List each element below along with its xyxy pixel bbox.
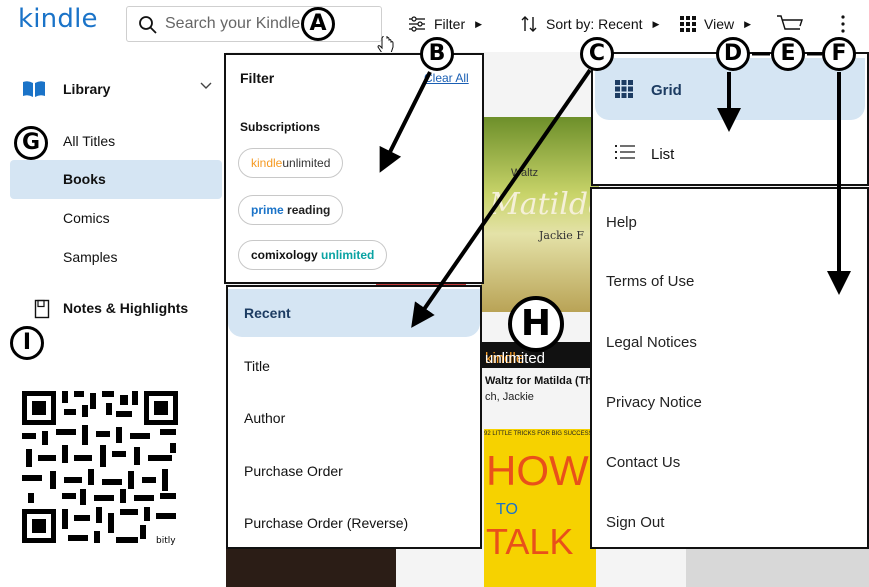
sort-option-label: Purchase Order — [244, 463, 343, 479]
menu-item-contact-us[interactable]: Contact Us — [606, 454, 680, 471]
annotation-marker-a: A — [301, 7, 335, 41]
more-menu-panel: Help Terms of Use Legal Notices Privacy … — [590, 187, 869, 549]
view-option-list[interactable]: List — [595, 122, 865, 184]
menu-item-sign-out[interactable]: Sign Out — [606, 514, 664, 531]
prime-reading-filter-chip[interactable]: prime reading — [238, 195, 344, 225]
sidebar-item-label: Samples — [63, 249, 118, 265]
menu-item-legal-notices[interactable]: Legal Notices — [606, 334, 697, 351]
view-button[interactable]: View ▶ — [680, 12, 751, 36]
book-cover[interactable]: Waltz Matilda Jackie F — [481, 117, 606, 312]
filter-button[interactable]: Filter ▶ — [408, 12, 482, 36]
cart-button[interactable] — [776, 12, 804, 36]
comixology-unlimited-filter-chip[interactable]: comixology unlimited — [238, 240, 388, 270]
chevron-down-icon — [200, 82, 212, 89]
view-option-label: Grid — [651, 82, 682, 99]
view-panel: Grid List — [591, 52, 869, 186]
chip-label-part: prime — [251, 203, 284, 217]
sort-option-label: Purchase Order (Reverse) — [244, 515, 409, 531]
chip-label-part: reading — [287, 203, 331, 217]
sliders-icon — [409, 16, 425, 32]
sidebar-item-label: Comics — [63, 210, 110, 226]
subscriptions-heading: Subscriptions — [240, 120, 321, 134]
ku-suffix: unlimited — [485, 350, 546, 367]
filter-panel-title: Filter — [240, 70, 275, 86]
search-box[interactable] — [126, 6, 382, 42]
sort-option-title[interactable]: Title — [228, 342, 480, 390]
sort-option-purchase-order[interactable]: Purchase Order — [228, 447, 480, 495]
clear-all-link[interactable]: Clear All — [424, 71, 469, 85]
open-book-icon — [23, 81, 45, 97]
library-label: Library — [63, 81, 111, 97]
search-input[interactable] — [165, 8, 375, 40]
annotation-marker-c: C — [580, 37, 614, 71]
sidebar-item-label: All Titles — [63, 133, 116, 149]
annotation-marker-b: B — [420, 37, 454, 71]
filter-panel: Filter Clear All Subscriptions kindle unl… — [224, 53, 484, 284]
annotation-marker-e: E — [771, 37, 805, 71]
grid-icon — [680, 16, 696, 32]
view-option-label: List — [651, 146, 675, 163]
grid-icon — [615, 80, 633, 98]
sort-option-label: Author — [244, 410, 286, 426]
book-author: ch, Jackie — [485, 391, 534, 403]
book-cover[interactable]: 92 LITTLE TRICKS FOR BIG SUCCESS IN RELA… — [484, 429, 649, 587]
book-cover-title-to: TO — [496, 501, 518, 518]
sort-arrows-icon — [521, 16, 537, 32]
sidebar-item-comics[interactable]: Comics — [10, 199, 222, 238]
menu-item-privacy-notice[interactable]: Privacy Notice — [606, 394, 702, 411]
sort-option-label: Recent — [244, 305, 291, 321]
caret-right-icon: ▶ — [475, 18, 483, 29]
notebook-icon — [34, 299, 50, 319]
sidebar-item-samples[interactable]: Samples — [10, 238, 222, 277]
chip-label-part: comixology — [251, 248, 318, 262]
qr-code: bitly — [20, 389, 180, 549]
chip-label-part: kindle — [251, 156, 283, 170]
qr-caption: bitly — [156, 536, 176, 546]
sort-option-recent[interactable]: Recent — [228, 289, 480, 337]
annotation-marker-g: G — [14, 126, 48, 160]
sort-panel: Recent Title Author Purchase Order Purch… — [226, 285, 482, 549]
book-cover-title-talk: TALK — [486, 521, 574, 562]
kebab-menu-icon — [841, 15, 845, 33]
chip-label-part: unlimited — [282, 156, 331, 170]
book-title[interactable]: Waltz for Matilda (The — [485, 375, 605, 387]
list-icon — [615, 145, 635, 159]
sidebar-library-toggle[interactable]: Library — [0, 73, 225, 107]
cart-icon — [777, 15, 803, 30]
view-label: View — [704, 16, 735, 32]
notes-label: Notes & Highlights — [63, 300, 189, 316]
book-cover-title: HOW — [486, 447, 589, 494]
more-menu-button[interactable] — [840, 12, 846, 36]
sidebar-item-label: Books — [63, 171, 106, 187]
caret-right-icon: ▶ — [652, 18, 660, 29]
sort-label: Sort by: Recent — [546, 16, 643, 32]
sort-option-label: Title — [244, 358, 270, 374]
menu-item-terms-of-use[interactable]: Terms of Use — [606, 273, 694, 290]
annotation-marker-d: D — [716, 37, 750, 71]
menu-item-help[interactable]: Help — [606, 214, 637, 231]
sidebar-item-notes-highlights[interactable]: Notes & Highlights — [0, 296, 225, 326]
sort-option-author[interactable]: Author — [228, 394, 480, 442]
annotation-marker-i: I — [10, 326, 44, 360]
sidebar-item-books[interactable]: Books — [10, 160, 222, 199]
sort-option-purchase-order-reverse[interactable]: Purchase Order (Reverse) — [228, 499, 480, 547]
chip-label-part: unlimited — [321, 248, 375, 262]
sort-button[interactable]: Sort by: Recent ▶ — [520, 12, 659, 36]
caret-right-icon: ▶ — [744, 18, 752, 29]
kindle-unlimited-filter-chip[interactable]: kindle unlimited — [238, 148, 344, 178]
annotation-marker-h: H — [508, 296, 564, 352]
book-cover-author: Jackie F — [539, 229, 584, 242]
book-cover-title: Matilda — [489, 187, 606, 222]
filter-label: Filter — [434, 16, 466, 32]
search-icon — [139, 16, 157, 34]
annotation-marker-f: F — [822, 37, 856, 71]
book-cover-text: Waltz — [511, 167, 539, 179]
kindle-logo[interactable]: kindle — [18, 4, 98, 34]
